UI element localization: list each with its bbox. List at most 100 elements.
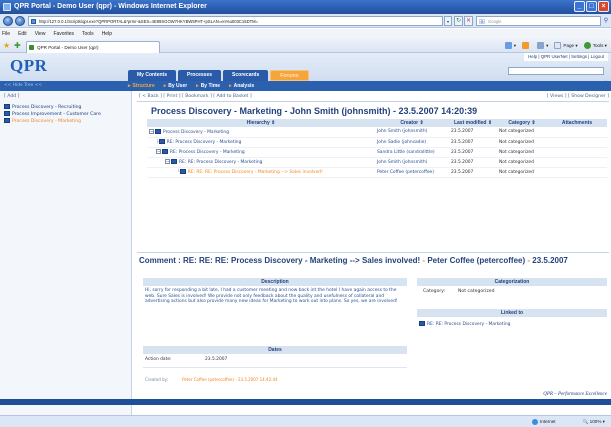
feeds-button[interactable] — [522, 42, 531, 50]
forum-icon — [4, 118, 10, 123]
message-icon — [179, 169, 186, 174]
table-row[interactable]: − Process Discovery - Marketing John Smit… — [147, 127, 607, 138]
categorization-header: Categorization — [417, 278, 607, 286]
message-icon — [158, 139, 165, 144]
row-modified: 23.5.2007 — [449, 147, 497, 158]
row-creator[interactable]: John Smith (johnsmith) — [375, 127, 449, 138]
subnav-structure[interactable]: ▸ Structure — [128, 81, 155, 91]
row-creator[interactable]: John Sadie (johnsadie) — [375, 137, 449, 148]
row-category: Not categorized — [497, 137, 547, 148]
portal-header: QPR Help | QPR UserNet | Settings | Logo… — [0, 53, 611, 91]
address-input[interactable]: http://127.0.0.1/Scripts/qpr.exe?QPRPORT… — [28, 16, 443, 26]
close-button[interactable]: × — [598, 1, 609, 12]
linked-item[interactable]: RE: RE: Process Discovery - Marketing — [419, 321, 510, 327]
table-row[interactable]: ├ RE: Process Discovery - Marketing John … — [147, 137, 607, 148]
subnav-by-user[interactable]: ▸ By User — [164, 81, 187, 91]
tab-my-contents[interactable]: My Contents — [128, 70, 176, 81]
address-url: http://127.0.0.1/Scripts/qpr.exe?QPRPORT… — [39, 19, 259, 24]
category-label: Category: — [423, 289, 446, 294]
browser-tab[interactable]: QPR Portal - Demo User (qpr) — [26, 41, 160, 53]
tree-item[interactable]: Process Discovery - Recruiting — [4, 104, 81, 111]
col-hierarchy[interactable]: Hierarchy ⇕ — [147, 119, 375, 127]
row-hierarchy[interactable]: RE: Process Discovery - Marketing — [167, 140, 242, 145]
subnav-analysis[interactable]: ▸ Analysis — [229, 81, 254, 91]
address-dropdown-button[interactable]: ▾ — [444, 16, 452, 26]
row-hierarchy[interactable]: RE: RE: Process Discovery - Marketing — [179, 160, 262, 165]
menu-favorites[interactable]: Favorites — [53, 29, 74, 39]
globe-icon — [532, 418, 538, 425]
table-row-selected[interactable]: └ RE: RE: RE: Process Discovery - Marketi… — [147, 167, 607, 178]
top-links[interactable]: Help | QPR UserNet | Settings | Logout — [524, 53, 608, 61]
row-hierarchy[interactable]: RE: Process Discovery - Marketing — [170, 150, 245, 155]
portal-search-input[interactable] — [508, 67, 604, 75]
add-forum-button[interactable]: [ Add ] — [4, 94, 19, 99]
minimize-button[interactable]: _ — [574, 1, 585, 12]
page-icon — [31, 19, 36, 24]
menu-file[interactable]: File — [2, 29, 10, 39]
row-hierarchy[interactable]: RE: RE: RE: Process Discovery - Marketin… — [188, 170, 323, 175]
action-date-value: 23.5.2007 — [205, 357, 228, 362]
menu-tools[interactable]: Tools — [82, 29, 94, 39]
row-attachments — [547, 157, 607, 168]
row-creator[interactable]: Sandra Little (sandralittle) — [375, 147, 449, 158]
zoom-level[interactable]: 🔍 100% ▾ — [583, 416, 605, 427]
stop-button[interactable]: × — [464, 16, 473, 26]
page-menu-button[interactable]: Page ▾ — [554, 42, 578, 50]
forum-icon — [4, 104, 10, 109]
collapse-icon[interactable]: − — [165, 159, 170, 164]
tab-processes[interactable]: Processes — [178, 70, 222, 81]
tab-forums[interactable]: Forums — [270, 70, 309, 81]
collapse-icon[interactable]: − — [156, 149, 161, 154]
forum-icon — [4, 111, 10, 116]
message-icon — [155, 128, 161, 134]
row-creator[interactable]: Peter Coffee (petercoffee) — [375, 167, 449, 178]
search-go-icon[interactable]: ⚲ — [602, 16, 610, 26]
action-toolbar[interactable]: [ < Back ] [ Print ] [ Bookmark ] [ Add … — [139, 94, 252, 99]
tree-item[interactable]: Process Improvement - Customer Care — [4, 111, 101, 118]
browser-search-input[interactable]: G Google — [476, 16, 601, 26]
table-row[interactable]: − RE: RE: Process Discovery - Marketing J… — [147, 157, 607, 168]
menu-help[interactable]: Help — [102, 29, 112, 39]
hide-tree-link[interactable]: << Hide Tree << — [4, 82, 42, 90]
window-title: QPR Portal - Demo User (qpr) - Windows I… — [14, 3, 207, 10]
row-modified: 23.5.2007 — [449, 137, 497, 148]
row-hierarchy[interactable]: Process Discovery - Marketing — [163, 130, 229, 135]
collapse-icon[interactable]: − — [149, 128, 154, 134]
page-icon — [554, 42, 562, 50]
window-titlebar: QPR Portal - Demo User (qpr) - Windows I… — [0, 0, 611, 14]
window-controls: _ □ × — [574, 1, 609, 12]
page-title: Process Discovery - Marketing - John Smi… — [151, 106, 478, 116]
row-modified: 23.5.2007 — [449, 157, 497, 168]
tab-scorecards[interactable]: Scorecards — [223, 70, 269, 81]
col-category[interactable]: Category ⇕ — [497, 119, 547, 127]
tree-item-selected[interactable]: Process Discovery - Marketing — [4, 118, 81, 125]
tools-menu-button[interactable]: Tools ▾ — [583, 42, 607, 50]
maximize-button[interactable]: □ — [586, 1, 597, 12]
add-favorite-icon[interactable]: ✚ — [14, 42, 21, 50]
menu-view[interactable]: View — [35, 29, 46, 39]
subnav-by-time[interactable]: ▸ By Time — [196, 81, 220, 91]
print-icon — [537, 42, 545, 50]
subnav-analysis-label: Analysis — [233, 83, 255, 89]
tree-item-label: Process Discovery - Recruiting — [12, 105, 82, 110]
gear-icon — [583, 42, 591, 50]
row-modified: 23.5.2007 — [449, 167, 497, 178]
forward-button[interactable]: › — [15, 16, 25, 26]
back-button[interactable]: ‹ — [3, 16, 13, 26]
views-toolbar[interactable]: [ Views ] [ Show Designer ] — [547, 94, 609, 99]
print-button[interactable]: ▾ — [537, 42, 548, 50]
status-bar: Internet 🔍 100% ▾ — [0, 415, 611, 427]
footer-brand: QPR – Performance Excellence — [543, 392, 607, 397]
comment-title: Comment : RE: RE: RE: Process Discovery … — [139, 256, 568, 265]
col-creator[interactable]: Creator ⇕ — [375, 119, 449, 127]
ie-icon — [3, 3, 11, 11]
row-creator[interactable]: John Smith (johnsmith) — [375, 157, 449, 168]
comment-title-subject: RE: RE: RE: Process Discovery - Marketin… — [183, 256, 421, 265]
col-last-modified[interactable]: Last modified ⇕ — [449, 119, 497, 127]
home-button[interactable]: ▾ — [504, 42, 516, 50]
menu-edit[interactable]: Edit — [18, 29, 27, 39]
favorites-star-icon[interactable]: ★ — [3, 42, 10, 50]
table-row[interactable]: − RE: Process Discovery - Marketing Sandr… — [147, 147, 607, 158]
refresh-button[interactable]: ↻ — [454, 16, 463, 26]
qpr-logo: QPR — [10, 56, 48, 75]
